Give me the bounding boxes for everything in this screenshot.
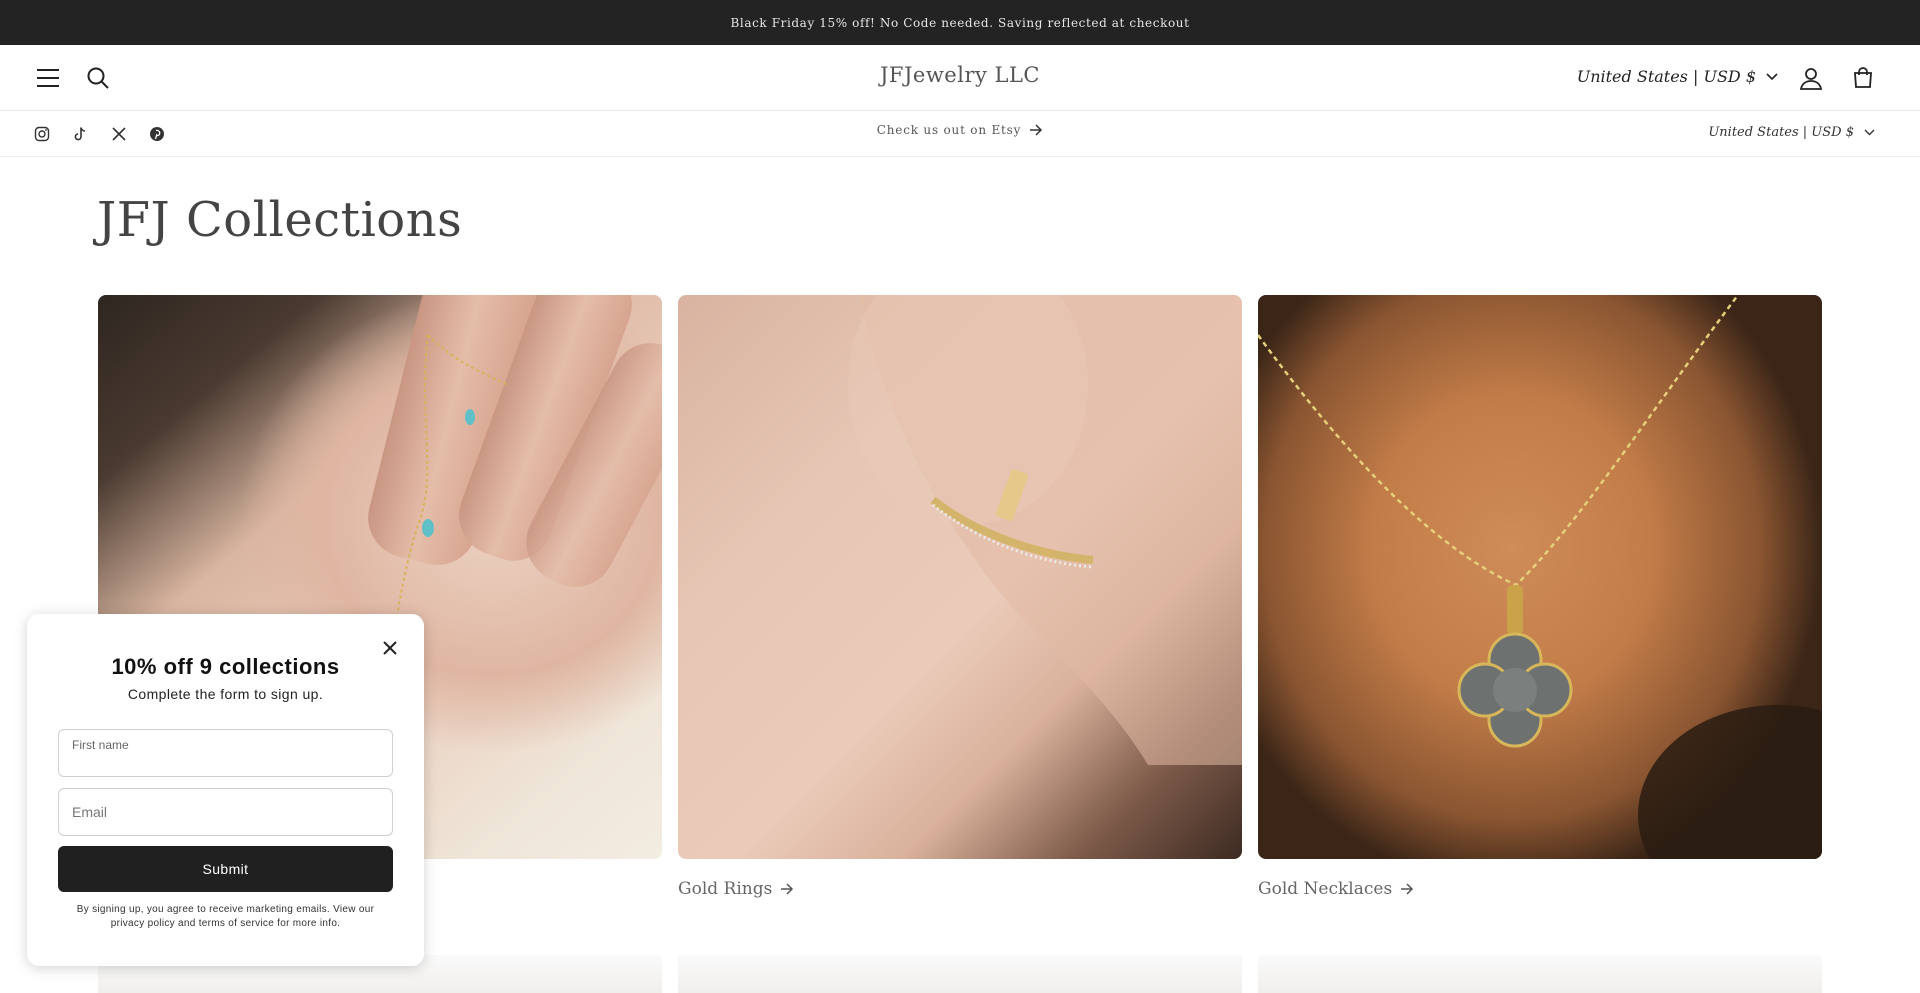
search-icon[interactable] <box>85 65 111 91</box>
collection-image-gold-rings[interactable] <box>678 295 1242 859</box>
popup-subtitle: Complete the form to sign up. <box>127 686 324 702</box>
collection-card-next-row <box>678 955 1242 993</box>
collection-card-gold-necklaces[interactable]: Gold Necklaces <box>1258 295 1822 899</box>
email-field[interactable]: Email <box>58 788 393 836</box>
collection-link-gold-necklaces[interactable]: Gold Necklaces <box>1258 879 1414 899</box>
submit-button[interactable]: Submit <box>58 846 393 892</box>
site-header: JFJewelry LLC United States | USD $ <box>0 45 1920 111</box>
collection-label-gold-rings: Gold Rings <box>678 879 773 899</box>
x-icon[interactable] <box>110 125 128 143</box>
arrow-right-icon <box>781 883 794 895</box>
chevron-down-icon <box>1766 72 1778 80</box>
arrow-right-icon <box>1030 124 1043 136</box>
tiktok-icon[interactable] <box>71 125 89 143</box>
cart-icon[interactable] <box>1850 65 1876 91</box>
announcement-text: Black Friday 15% off! No Code needed. Sa… <box>730 15 1190 30</box>
page-title: JFJ Collections <box>97 192 463 248</box>
collection-label-gold-necklaces: Gold Necklaces <box>1258 879 1393 899</box>
first-name-field[interactable]: First name <box>58 729 393 777</box>
arrow-right-icon <box>1401 883 1414 895</box>
pinterest-icon[interactable] <box>148 125 166 143</box>
announcement-bar: Black Friday 15% off! No Code needed. Sa… <box>0 0 1920 45</box>
country-selector-label: United States | USD $ <box>1576 67 1756 86</box>
signup-popup: 10% off 9 collections Complete the form … <box>27 614 424 966</box>
collection-card-next-row <box>1258 955 1822 993</box>
etsy-link[interactable]: Check us out on Etsy <box>877 123 1043 137</box>
country-selector[interactable]: United States | USD $ <box>1577 67 1778 86</box>
popup-legal-text: By signing up, you agree to receive mark… <box>76 904 375 929</box>
submit-button-label: Submit <box>202 861 249 877</box>
utility-bar: Check us out on Etsy United States | USD… <box>0 111 1920 157</box>
collection-link-gold-rings[interactable]: Gold Rings <box>678 879 794 899</box>
chevron-down-icon <box>1864 129 1875 136</box>
collection-card-gold-rings[interactable]: Gold Rings <box>678 295 1242 899</box>
popup-title: 10% off 9 collections <box>111 654 340 679</box>
menu-icon[interactable] <box>35 65 61 91</box>
country-selector-secondary[interactable]: United States | USD $ <box>1708 125 1875 140</box>
instagram-icon[interactable] <box>33 125 51 143</box>
first-name-label: First name <box>72 738 129 752</box>
etsy-link-label: Check us out on Etsy <box>876 123 1022 137</box>
account-icon[interactable] <box>1798 65 1824 91</box>
collection-image-gold-necklaces[interactable] <box>1258 295 1822 859</box>
email-placeholder: Email <box>72 804 108 820</box>
site-logo[interactable]: JFJewelry LLC <box>880 63 1040 87</box>
country-selector-secondary-label: United States | USD $ <box>1708 125 1854 140</box>
